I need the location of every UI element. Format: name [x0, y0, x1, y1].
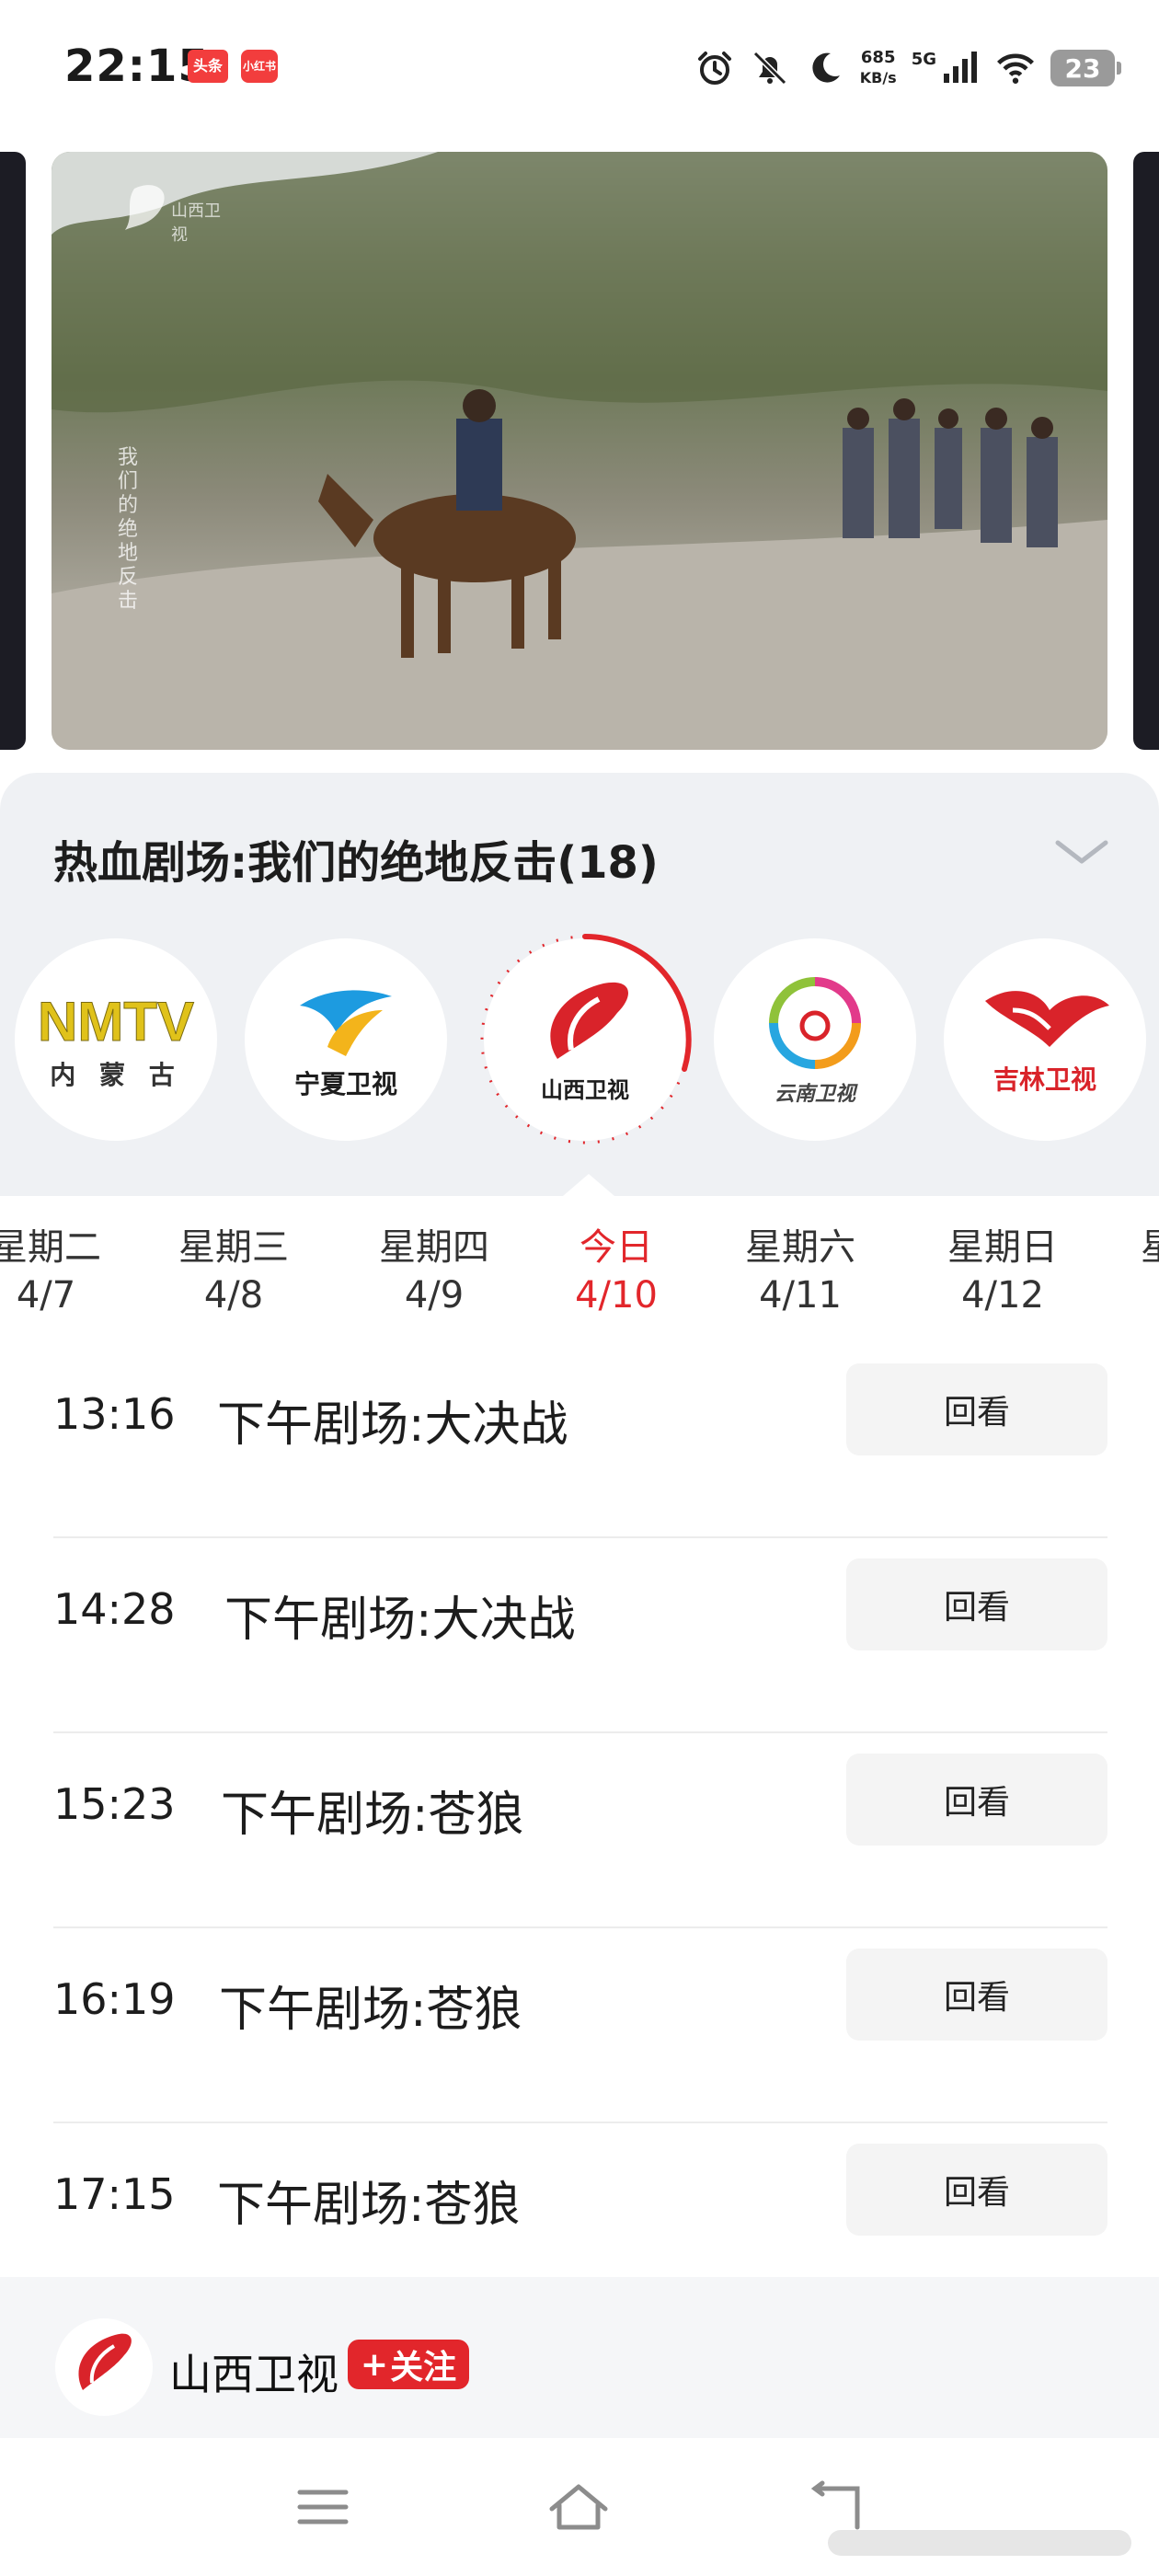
- alarm-icon: [694, 48, 735, 88]
- system-nav-bar: [0, 2438, 1159, 2576]
- program-name: 下午剧场:苍狼: [217, 2178, 521, 2233]
- back-icon: [810, 2480, 860, 2530]
- menu-icon: [297, 2490, 349, 2524]
- program-time: 13:16: [53, 1389, 176, 1439]
- channel-ningxia[interactable]: 宁夏卫视: [245, 938, 447, 1141]
- program-time: 14:28: [53, 1584, 176, 1634]
- program-name: 下午剧场:大决战: [217, 1397, 568, 1453]
- channel-label: 内 蒙 古: [50, 1060, 182, 1090]
- channel-avatar[interactable]: [55, 2318, 153, 2416]
- date-tab-tue[interactable]: 星期二 4/7: [0, 1224, 129, 1319]
- channel-label: 宁夏卫视: [293, 1069, 397, 1099]
- channel-label: 吉林卫视: [993, 1064, 1096, 1095]
- channel-watermark: 山西卫视: [107, 179, 226, 245]
- replay-button[interactable]: 回看: [846, 1363, 1107, 1455]
- moon-icon: [805, 48, 845, 88]
- battery-icon: 23: [1050, 50, 1121, 86]
- schedule-row[interactable]: 16:19 下午剧场:苍狼 回看: [0, 1928, 1159, 2123]
- replay-button[interactable]: 回看: [846, 1949, 1107, 2041]
- channel-name: 山西卫视: [169, 2350, 339, 2399]
- replay-button[interactable]: 回看: [846, 2144, 1107, 2236]
- date-tab-today[interactable]: 今日 4/10: [534, 1224, 699, 1319]
- program-title: 热血剧场:我们的绝地反击(18): [53, 837, 659, 889]
- video-player[interactable]: 山西卫视 我们的绝地反击: [52, 152, 1107, 750]
- program-name: 下午剧场:苍狼: [221, 1788, 524, 1843]
- date-tab-wed[interactable]: 星期三 4/8: [151, 1224, 316, 1319]
- back-nav-button[interactable]: [804, 2479, 868, 2535]
- gesture-indicator[interactable]: [828, 2530, 1131, 2556]
- menu-nav-button[interactable]: [291, 2479, 355, 2535]
- channel-selector: NMTV 内 蒙 古 宁夏卫视 山西卫视 云南卫视 吉林卫视: [0, 933, 1159, 1150]
- signal-label: 5G: [911, 49, 936, 69]
- date-tab-next[interactable]: 星: [1058, 1224, 1159, 1271]
- active-pointer: [563, 1174, 614, 1196]
- channel-bar: 山西卫视 + 关注: [0, 2277, 1159, 2438]
- channel-label: 云南卫视: [774, 1083, 855, 1106]
- program-time: 16:19: [53, 1974, 176, 2024]
- ningxia-logo-icon: [300, 990, 392, 1056]
- prev-card[interactable]: [0, 152, 26, 750]
- schedule-row[interactable]: 14:28 下午剧场:大决战 回看: [0, 1538, 1159, 1733]
- program-time: 15:23: [53, 1779, 176, 1829]
- channel-jilin[interactable]: 吉林卫视: [944, 938, 1146, 1141]
- program-name: 下午剧场:苍狼: [219, 1983, 522, 2038]
- toutiao-badge: 头条: [188, 50, 228, 83]
- program-panel: 热血剧场:我们的绝地反击(18) NMTV 内 蒙 古 宁夏卫视 山西卫视 云南…: [0, 773, 1159, 1196]
- date-tab-thu[interactable]: 星期四 4/9: [351, 1224, 517, 1319]
- bell-muted-icon: [750, 48, 790, 88]
- replay-button[interactable]: 回看: [846, 1558, 1107, 1650]
- jilin-logo-icon: [985, 991, 1109, 1047]
- wifi-icon: [995, 48, 1036, 88]
- next-card[interactable]: [1133, 152, 1159, 750]
- date-tabs: 星期二 4/7 星期三 4/8 星期四 4/9 今日 4/10 星期六 4/11 星期日 4…: [0, 1174, 1159, 1343]
- video-overlay-title: 我们的绝地反击: [118, 446, 139, 613]
- signal-icon: [940, 48, 981, 88]
- status-icons: 685 KB/s 5G 23: [694, 40, 1121, 96]
- status-bar: 22:15 头条 小红书 685 KB/s 5G 23: [0, 0, 1159, 138]
- active-channel-ring: [480, 933, 692, 1144]
- date-tab-sat[interactable]: 星期六 4/11: [717, 1224, 883, 1319]
- video-carousel[interactable]: 山西卫视 我们的绝地反击: [0, 152, 1159, 750]
- follow-button[interactable]: + 关注: [348, 2340, 469, 2389]
- nmtv-logo-text: NMTV: [38, 991, 194, 1052]
- program-time: 17:15: [53, 2169, 176, 2219]
- home-nav-button[interactable]: [546, 2479, 611, 2535]
- yunnan-logo-icon: [769, 977, 861, 1069]
- schedule-row[interactable]: 15:23 下午剧场:苍狼 回看: [0, 1733, 1159, 1928]
- schedule-list: 13:16 下午剧场:大决战 回看 14:28 下午剧场:大决战 回看 15:2…: [0, 1343, 1159, 2318]
- schedule-row[interactable]: 13:16 下午剧场:大决战 回看: [0, 1343, 1159, 1538]
- network-speed: 685 KB/s: [859, 48, 897, 86]
- xiaohongshu-badge: 小红书: [241, 50, 278, 83]
- collapse-button[interactable]: [1052, 832, 1111, 872]
- channel-yunnan[interactable]: 云南卫视: [714, 938, 916, 1141]
- replay-button[interactable]: 回看: [846, 1754, 1107, 1846]
- chevron-down-icon: [1055, 840, 1108, 864]
- follow-label: 关注: [390, 2349, 457, 2386]
- shanxi-avatar-icon: [68, 2333, 140, 2405]
- plus-icon: +: [360, 2345, 389, 2384]
- program-name: 下午剧场:大决战: [224, 1593, 576, 1648]
- home-icon: [549, 2484, 608, 2530]
- nmtv-logo-icon: NMTV: [38, 991, 195, 1052]
- channel-nmtv[interactable]: NMTV 内 蒙 古: [15, 938, 217, 1141]
